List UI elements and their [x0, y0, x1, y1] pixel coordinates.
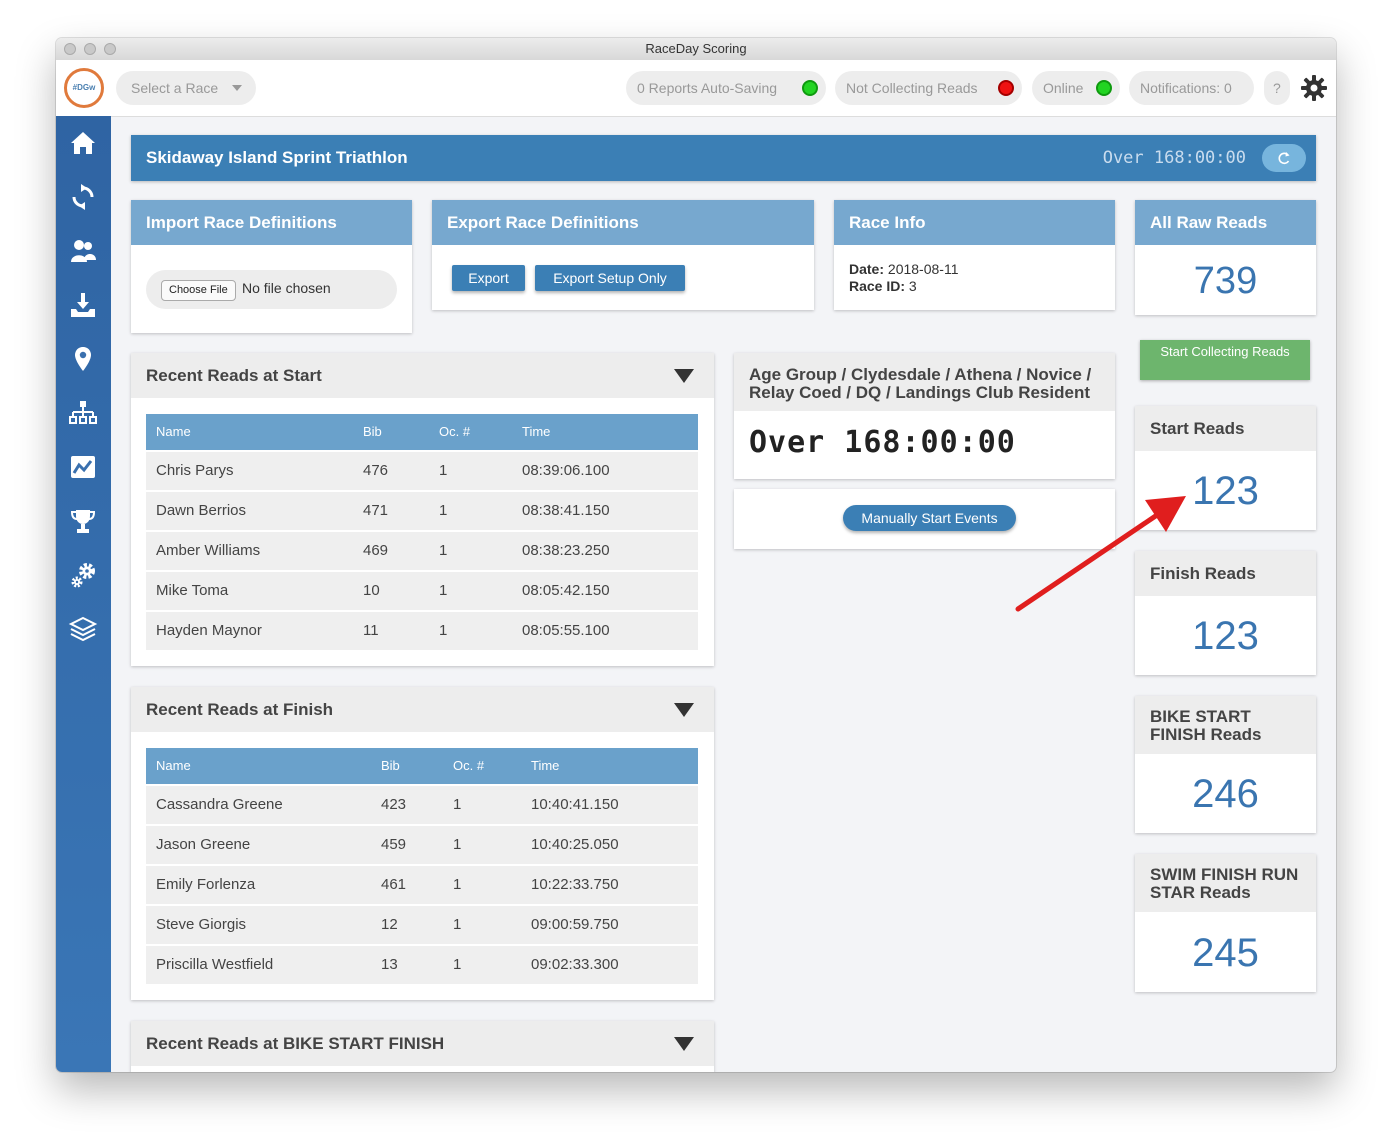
- annotation-arrow: [1015, 496, 1186, 612]
